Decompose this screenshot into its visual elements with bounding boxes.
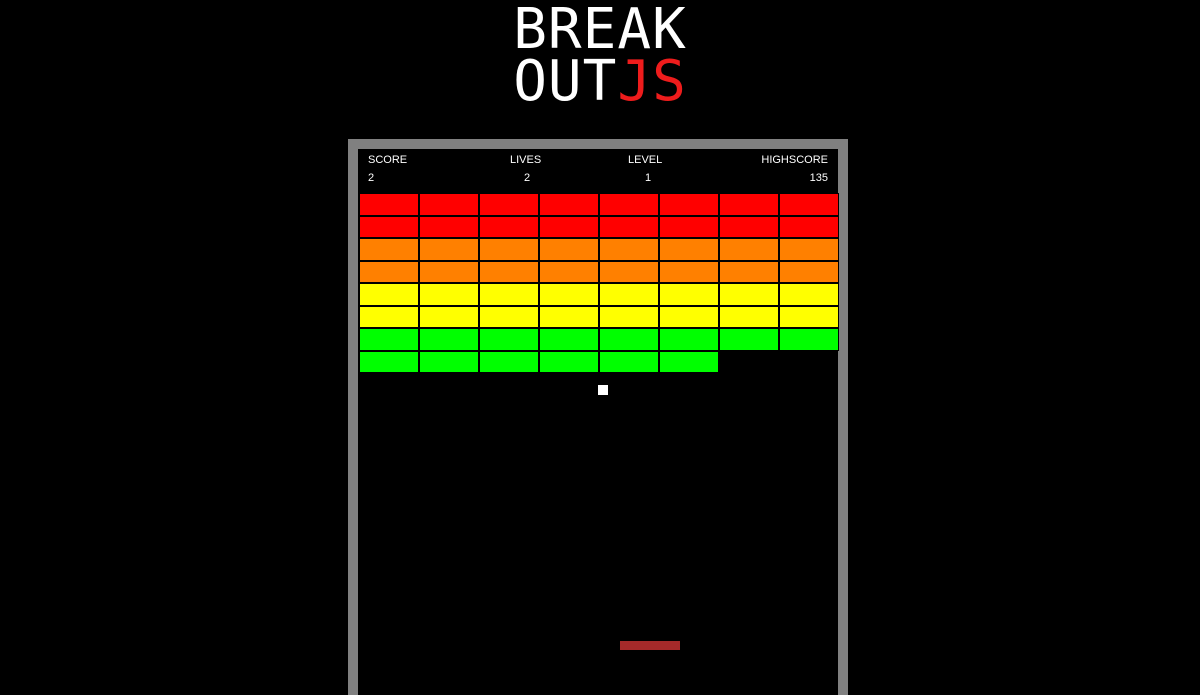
brick [779,260,839,283]
brick [419,193,479,216]
brick [599,305,659,328]
brick [719,305,779,328]
brick [599,260,659,283]
logo-line-outjs: OUTJS [0,54,1200,110]
brick [479,305,539,328]
brick [659,215,719,238]
brick [599,193,659,216]
brick [779,328,839,351]
brick [539,193,599,216]
brick [419,305,479,328]
brick [419,328,479,351]
brick [659,328,719,351]
brick [419,260,479,283]
brick [479,238,539,261]
brick [419,350,479,373]
game-logo: BREAK OUTJS [0,2,1200,110]
brick [599,215,659,238]
brick [479,350,539,373]
brick [479,328,539,351]
brick [779,305,839,328]
brick [539,238,599,261]
brick [419,215,479,238]
brick [359,305,419,328]
brick [479,260,539,283]
brick [599,283,659,306]
brick [359,283,419,306]
brick [719,215,779,238]
brick [659,238,719,261]
brick [599,238,659,261]
ball [598,385,608,395]
brick [659,193,719,216]
brick [659,283,719,306]
brick [419,283,479,306]
brick [719,328,779,351]
paddle[interactable] [620,641,680,650]
brick [779,238,839,261]
brick [359,260,419,283]
brick [539,305,599,328]
brick [539,350,599,373]
brick [779,193,839,216]
brick [599,328,659,351]
brick [539,260,599,283]
brick [719,283,779,306]
brick [359,350,419,373]
brick [359,328,419,351]
brick [719,238,779,261]
brick [659,350,719,373]
brick [659,305,719,328]
brick [779,215,839,238]
brick [779,283,839,306]
brick [539,328,599,351]
brick [719,260,779,283]
brick [359,193,419,216]
brick [359,215,419,238]
brick [479,283,539,306]
logo-out: OUT [513,49,618,114]
brick [599,350,659,373]
brick [479,193,539,216]
game-frame: SCORE 2 LIVES 2 LEVEL 1 HIGHSCORE 135 [348,139,848,695]
brick [359,238,419,261]
brick-grid [358,149,839,695]
brick [539,283,599,306]
brick [659,260,719,283]
brick [719,193,779,216]
brick [539,215,599,238]
brick [419,238,479,261]
logo-js: JS [617,49,687,114]
breakout-page: BREAK OUTJS SCORE 2 LIVES 2 LEVEL 1 HIGH… [0,0,1200,695]
brick [479,215,539,238]
game-canvas[interactable]: SCORE 2 LIVES 2 LEVEL 1 HIGHSCORE 135 [358,149,839,695]
